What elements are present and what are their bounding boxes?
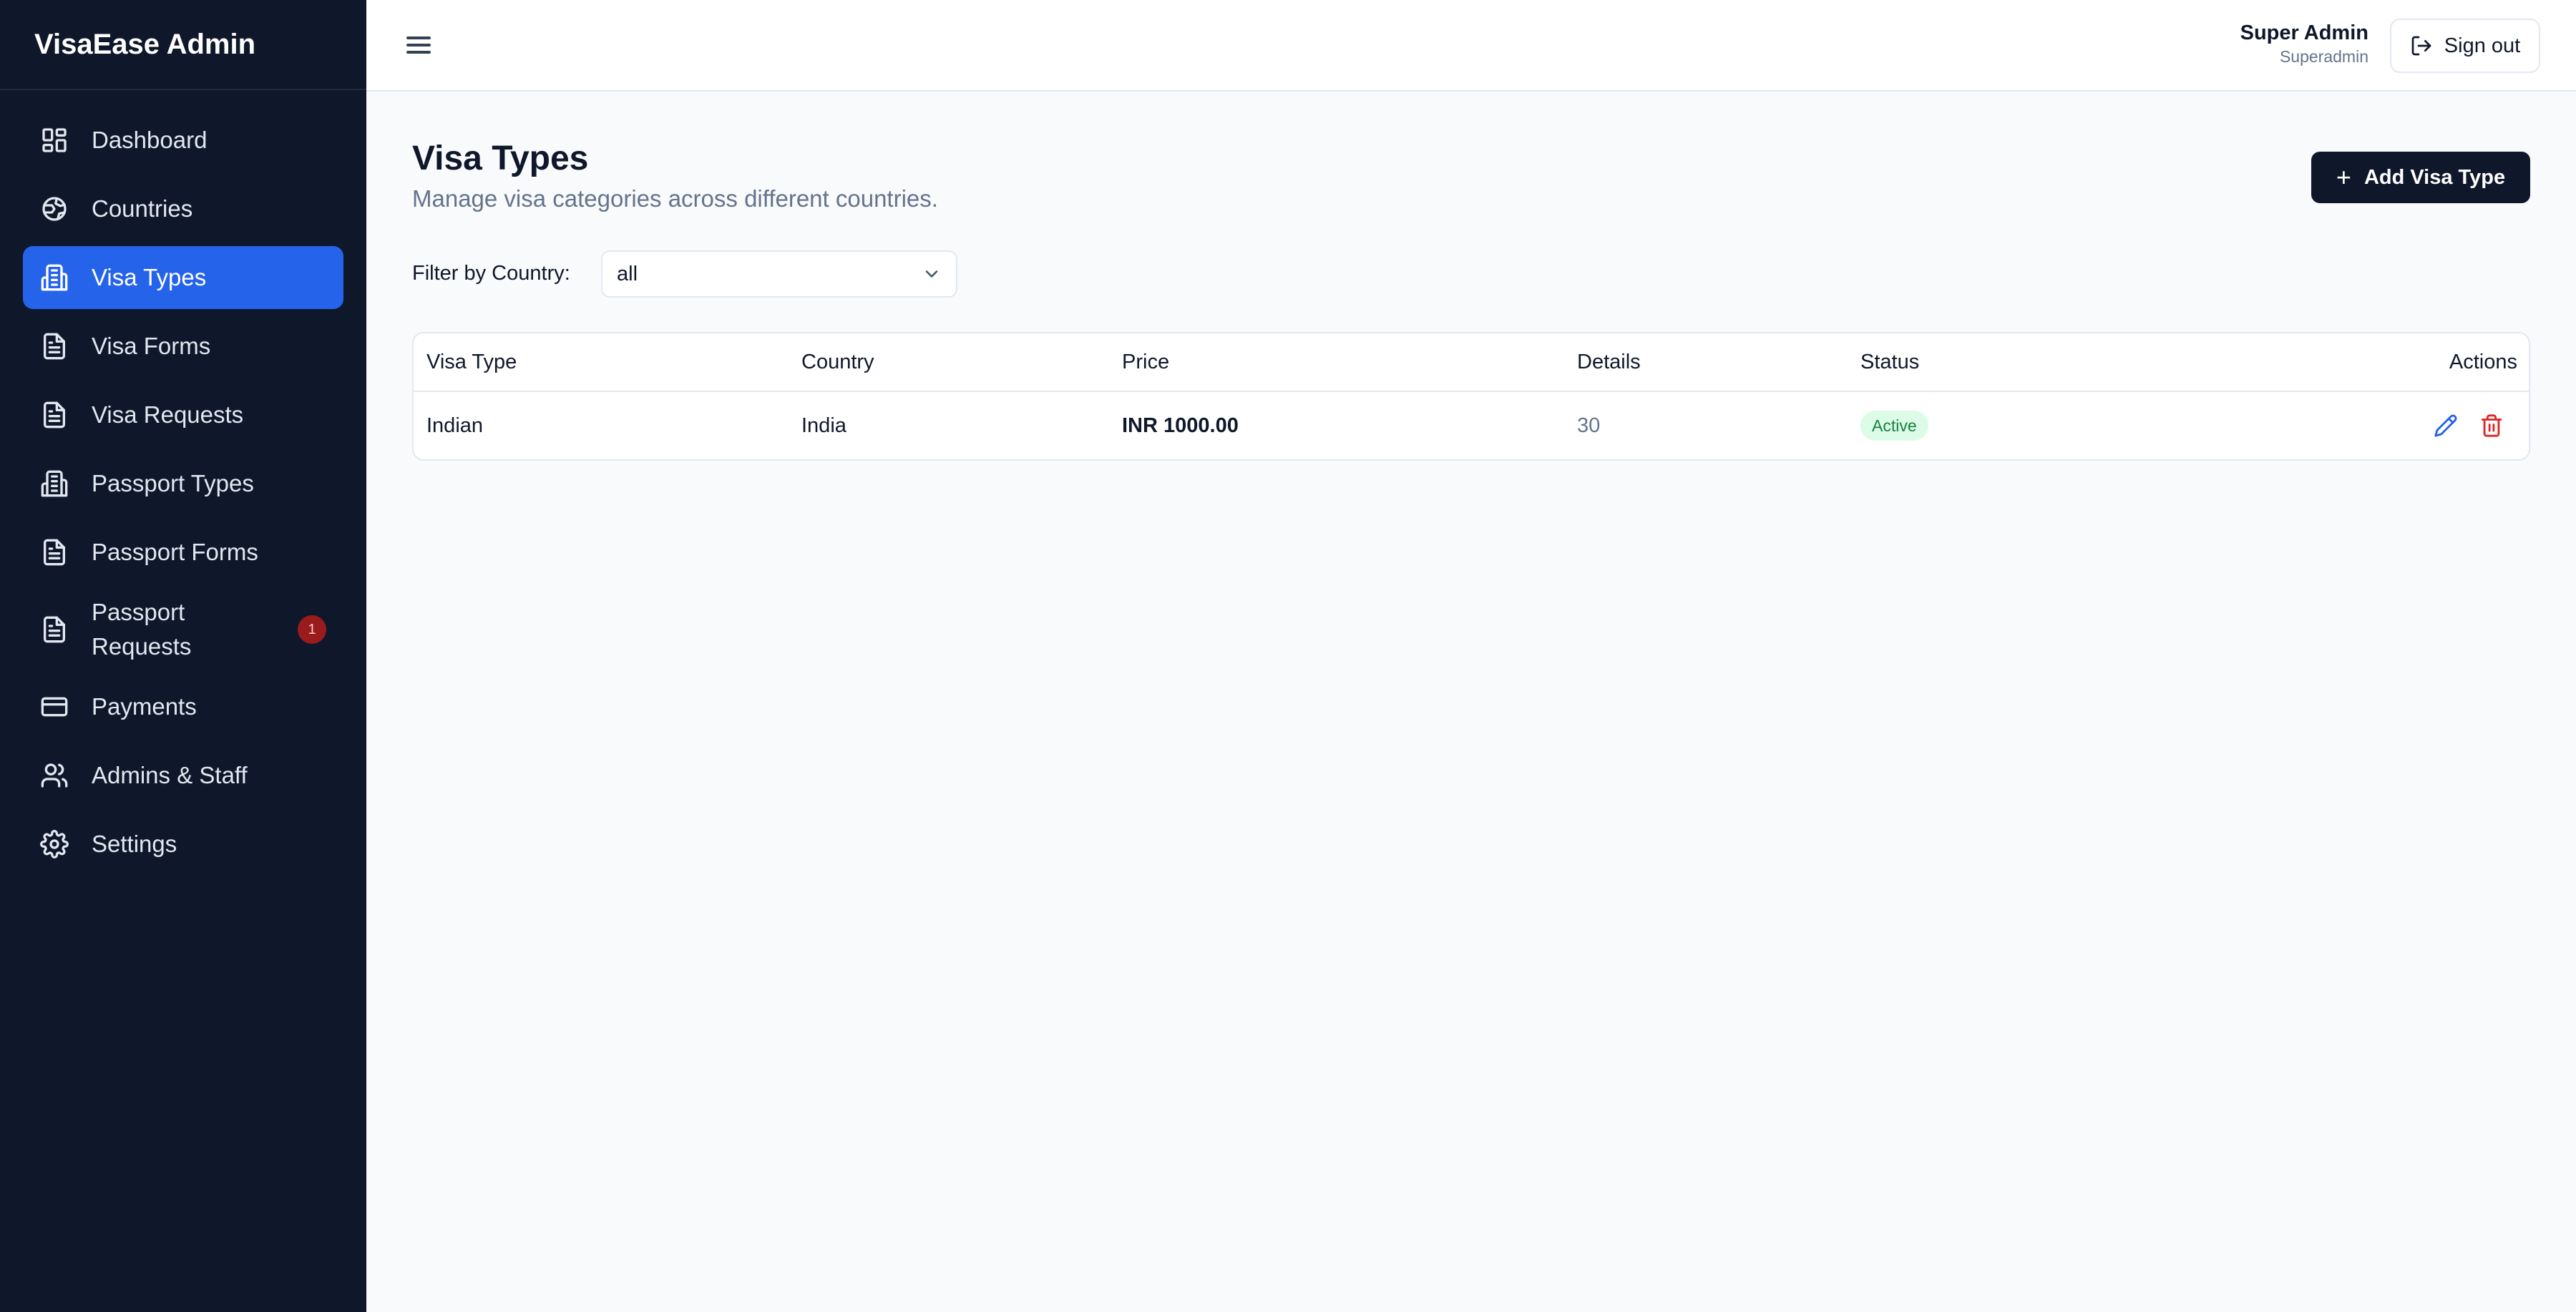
sidebar-item-label: Passport Types [92, 470, 254, 496]
cell-country: India [801, 413, 847, 437]
sidebar-item-passport-requests[interactable]: Passport Requests 1 [23, 589, 343, 670]
sidebar-item-label: Countries [92, 195, 193, 222]
column-header-details: Details [1577, 350, 1641, 373]
sidebar-item-dashboard[interactable]: Dashboard [23, 109, 343, 172]
column-header-visa-type: Visa Type [426, 350, 517, 373]
sidebar-item-passport-forms[interactable]: Passport Forms [23, 521, 343, 584]
sidebar-item-visa-forms[interactable]: Visa Forms [23, 315, 343, 378]
page-subtitle: Manage visa categories across different … [412, 185, 938, 212]
user-name: Super Admin [2240, 21, 2368, 44]
table-row: Indian India INR 1000.00 30 Active [414, 391, 2529, 459]
column-header-price: Price [1122, 350, 1170, 373]
sidebar-item-settings[interactable]: Settings [23, 813, 343, 876]
sidebar-item-visa-types[interactable]: Visa Types [23, 246, 343, 309]
cell-visa-type: Indian [426, 413, 484, 437]
sidebar-item-label: Visa Requests [92, 401, 244, 428]
document-icon [40, 538, 69, 567]
country-filter-select[interactable]: all [601, 250, 957, 298]
sidebar-item-payments[interactable]: Payments [23, 675, 343, 738]
cell-details: 30 [1577, 413, 1601, 437]
page-title: Visa Types [412, 139, 589, 177]
users-icon [40, 761, 69, 790]
sidebar-item-label: Visa Types [92, 264, 207, 290]
sidebar-item-visa-requests[interactable]: Visa Requests [23, 383, 343, 446]
dashboard-icon [40, 126, 69, 155]
document-icon [40, 332, 69, 361]
top-header: Super Admin Superadmin Sign out [366, 0, 2576, 92]
sidebar-item-label: Settings [92, 831, 177, 857]
trash-icon [2481, 414, 2502, 437]
sidebar-nav: Dashboard Countries Visa Types Visa Form… [0, 90, 366, 876]
add-visa-type-button[interactable]: + Add Visa Type [2311, 152, 2530, 203]
column-header-status: Status [1860, 350, 1920, 373]
row-actions [2433, 413, 2517, 439]
plus-icon: + [2336, 162, 2351, 192]
sidebar-item-label: Admins & Staff [92, 762, 248, 788]
cell-status: Active [1860, 392, 1928, 459]
sidebar: VisaEase Admin Dashboard Countries Visa … [0, 0, 366, 1312]
menu-toggle-button[interactable] [402, 29, 435, 62]
status-badge: Active [1860, 411, 1928, 441]
user-role: Superadmin [2279, 47, 2368, 66]
sidebar-item-label: Dashboard [92, 127, 208, 153]
cell-price: INR 1000.00 [1122, 413, 1239, 437]
visa-types-table: Visa Type Country Price Details Status A… [412, 332, 2530, 461]
sidebar-item-countries[interactable]: Countries [23, 177, 343, 240]
gear-icon [40, 830, 69, 858]
add-visa-type-label: Add Visa Type [2363, 165, 2506, 189]
column-header-actions: Actions [2449, 350, 2517, 373]
sidebar-item-label: Passport Forms [92, 539, 258, 565]
sidebar-item-label: Visa Forms [92, 333, 211, 359]
cell-actions [2433, 392, 2517, 459]
chevron-down-icon [925, 270, 938, 278]
sidebar-item-label: Payments [92, 693, 197, 720]
building-icon [40, 469, 69, 498]
sign-out-label: Sign out [2444, 34, 2521, 57]
delete-button[interactable] [2479, 413, 2504, 439]
filter-selected-value: all [617, 262, 638, 285]
sidebar-item-passport-types[interactable]: Passport Types [23, 452, 343, 515]
globe-icon [40, 195, 69, 223]
column-header-country: Country [801, 350, 874, 373]
user-info: Super Admin Superadmin [2240, 20, 2368, 67]
credit-card-icon [40, 692, 69, 721]
app-title: VisaEase Admin [0, 0, 366, 90]
edit-button[interactable] [2433, 413, 2459, 439]
log-out-icon [2411, 36, 2431, 56]
building-icon [40, 263, 69, 292]
document-icon [40, 615, 69, 644]
sidebar-item-label: Passport Requests [92, 599, 192, 660]
sign-out-button[interactable]: Sign out [2390, 19, 2540, 73]
pencil-icon [2434, 414, 2457, 437]
notification-badge: 1 [298, 615, 326, 644]
hamburger-icon [406, 36, 431, 54]
document-icon [40, 401, 69, 429]
sidebar-item-admins-staff[interactable]: Admins & Staff [23, 744, 343, 807]
table-header: Visa Type Country Price Details Status A… [414, 333, 2529, 391]
filter-label: Filter by Country: [412, 262, 570, 285]
